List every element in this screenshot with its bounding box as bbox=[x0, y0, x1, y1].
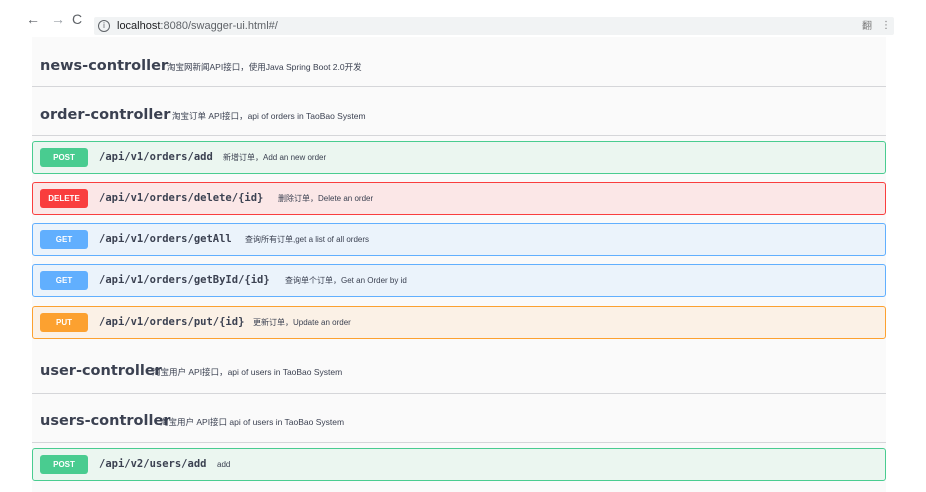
method-badge: GET bbox=[40, 230, 88, 249]
operation-delete-order[interactable]: DELETE /api/v1/orders/delete/{id} 删除订单，D… bbox=[32, 182, 886, 215]
operation-path: /api/v2/users/add bbox=[99, 458, 207, 470]
method-badge: POST bbox=[40, 148, 88, 167]
operation-get-all-orders[interactable]: GET /api/v1/orders/getAll 查询所有订单,get a l… bbox=[32, 223, 886, 256]
tag-news-controller[interactable]: news-controller 淘宝网新闻API接口，使用Java Spring… bbox=[32, 48, 886, 87]
method-badge: POST bbox=[40, 455, 88, 474]
method-badge: DELETE bbox=[40, 189, 88, 208]
tag-order-controller[interactable]: order-controller 淘宝订单 API接口，api of order… bbox=[32, 87, 886, 136]
operation-path: /api/v1/orders/delete/{id} bbox=[99, 192, 264, 204]
operation-path: /api/v1/orders/put/{id} bbox=[99, 316, 245, 328]
tag-name: news-controller bbox=[40, 58, 169, 74]
operation-path: /api/v1/orders/getAll bbox=[99, 233, 232, 245]
method-badge: PUT bbox=[40, 313, 88, 332]
back-arrow-icon[interactable]: ← bbox=[26, 12, 40, 26]
forward-arrow-icon[interactable]: → bbox=[51, 12, 65, 26]
reload-icon[interactable]: C bbox=[72, 12, 82, 26]
operation-get-order-by-id[interactable]: GET /api/v1/orders/getById/{id} 查询单个订单，G… bbox=[32, 264, 886, 297]
browser-toolbar: ← → C i localhost:8080/swagger-ui.html#/… bbox=[0, 0, 926, 36]
tag-name: user-controller bbox=[40, 363, 162, 379]
operation-summary: 查询所有订单,get a list of all orders bbox=[245, 235, 370, 244]
browser-menu-icon[interactable]: ⋮ bbox=[881, 20, 891, 32]
tag-description: 淘宝网新闻API接口，使用Java Spring Boot 2.0开发 bbox=[167, 62, 362, 72]
tag-user-controller[interactable]: user-controller 淘宝用户 API接口，api of users … bbox=[32, 343, 886, 394]
tag-description: 淘宝用户 API接口 api of users in TaoBao System bbox=[160, 417, 345, 427]
operation-path: /api/v1/orders/add bbox=[99, 151, 213, 163]
method-badge: GET bbox=[40, 271, 88, 290]
tag-description: 淘宝用户 API接口，api of users in TaoBao System bbox=[152, 367, 343, 377]
operation-summary: 新增订单，Add an new order bbox=[223, 153, 327, 162]
tag-users-controller[interactable]: users-controller 淘宝用户 API接口 api of users… bbox=[32, 394, 886, 443]
operation-summary: 更新订单，Update an order bbox=[253, 318, 351, 327]
operation-summary: add bbox=[217, 460, 231, 469]
site-info-icon[interactable]: i bbox=[98, 20, 110, 32]
operation-post-users-add[interactable]: POST /api/v2/users/add add bbox=[32, 448, 886, 481]
operation-path: /api/v1/orders/getById/{id} bbox=[99, 274, 270, 286]
operation-put-order[interactable]: PUT /api/v1/orders/put/{id} 更新订单，Update … bbox=[32, 306, 886, 339]
operation-post-orders-add[interactable]: POST /api/v1/orders/add 新增订单，Add an new … bbox=[32, 141, 886, 174]
tag-name: users-controller bbox=[40, 413, 171, 429]
tag-name: order-controller bbox=[40, 107, 171, 123]
url-text[interactable]: localhost:8080/swagger-ui.html#/ bbox=[117, 20, 278, 32]
operation-summary: 删除订单，Delete an order bbox=[278, 194, 374, 203]
operation-summary: 查询单个订单，Get an Order by id bbox=[285, 276, 407, 285]
translate-extension-icon[interactable]: 翻 bbox=[862, 21, 872, 33]
tag-description: 淘宝订单 API接口，api of orders in TaoBao Syste… bbox=[172, 111, 366, 121]
